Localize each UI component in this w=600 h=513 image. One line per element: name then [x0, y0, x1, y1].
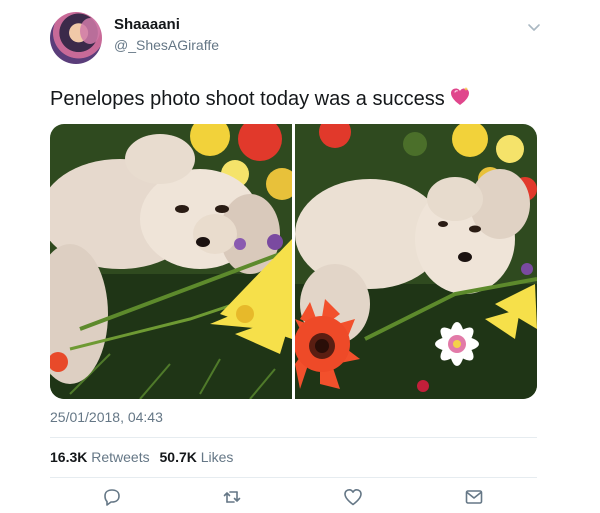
retweets-count: 16.3K [50, 449, 88, 465]
tweet-photo-2[interactable] [295, 124, 537, 399]
tweet-text: Penelopes photo shoot today was a succes… [50, 86, 471, 111]
tweet-actions [0, 486, 600, 508]
likes-count: 50.7K [159, 449, 197, 465]
tweet-photo-1[interactable] [50, 124, 292, 399]
reply-button[interactable] [101, 486, 123, 508]
dog-photo-2-image [295, 124, 537, 399]
tweet-card: Shaaaani @_ShesAGiraffe Penelopes photo … [0, 0, 600, 513]
envelope-icon [465, 490, 483, 504]
divider [50, 477, 537, 478]
sparkling-heart-icon [450, 87, 469, 105]
retweets-stat[interactable]: 16.3K Retweets [50, 449, 150, 465]
avatar-detail [80, 18, 100, 44]
display-name[interactable]: Shaaaani [114, 16, 180, 33]
likes-label: Likes [200, 449, 234, 465]
tweet-text-content: Penelopes photo shoot today was a succes… [50, 88, 445, 110]
retweet-icon [223, 491, 241, 503]
user-avatar[interactable] [50, 12, 102, 64]
retweets-label: Retweets [91, 449, 150, 465]
tweet-stats: 16.3K Retweets 50.7K Likes [50, 449, 233, 465]
user-handle[interactable]: @_ShesAGiraffe [114, 37, 219, 53]
reply-icon [104, 489, 120, 506]
direct-message-button[interactable] [463, 486, 485, 508]
likes-stat[interactable]: 50.7K Likes [160, 449, 234, 465]
tweet-timestamp[interactable]: 25/01/2018, 04:43 [50, 409, 163, 425]
retweet-button[interactable] [221, 486, 243, 508]
tweet-media[interactable] [50, 124, 537, 399]
chevron-down-icon[interactable] [527, 20, 541, 34]
heart-icon [344, 489, 362, 506]
divider [50, 437, 537, 438]
dog-photo-1-image [50, 124, 292, 399]
like-button[interactable] [342, 486, 364, 508]
